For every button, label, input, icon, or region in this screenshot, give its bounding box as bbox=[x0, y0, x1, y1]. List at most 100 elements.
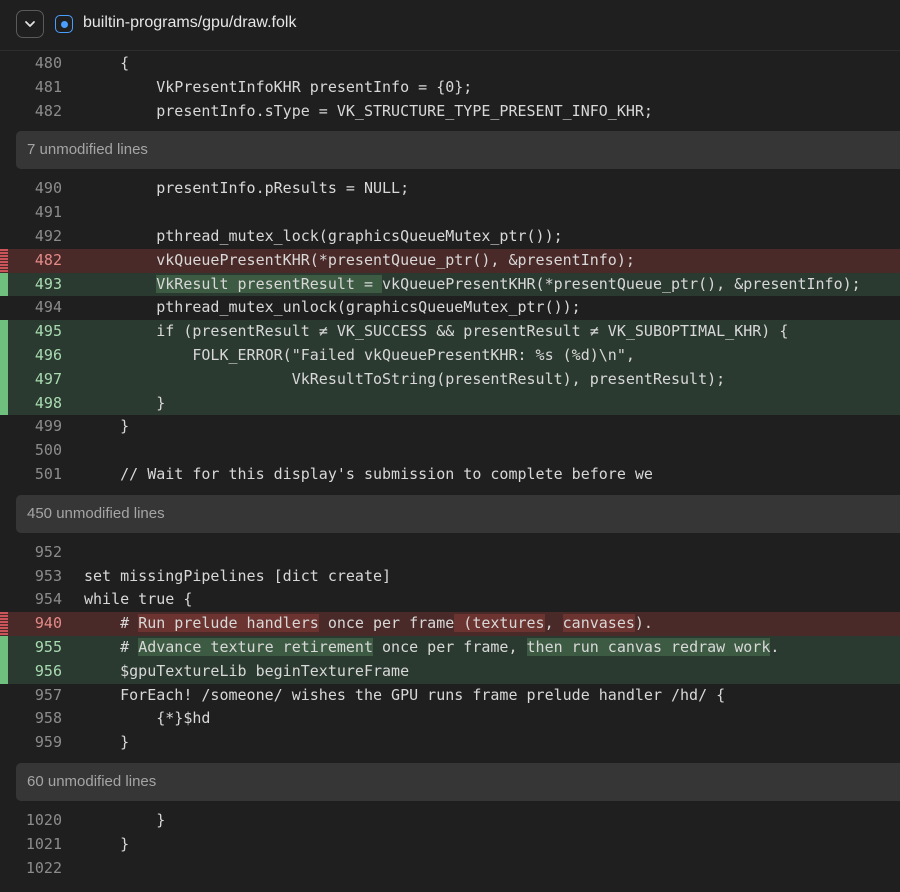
line-number: 954 bbox=[34, 590, 62, 609]
changed-token: Advance texture retirement bbox=[138, 637, 373, 656]
code-segment: set missingPipelines [dict create] bbox=[84, 566, 392, 585]
code-segment: vkQueuePresentKHR(*presentQueue_ptr(), &… bbox=[84, 250, 635, 269]
unmodified-lines-fold[interactable]: 7 unmodified lines bbox=[16, 131, 900, 170]
diff-gutter-marker bbox=[0, 857, 8, 881]
context-line: 958 {*}$hd bbox=[0, 707, 900, 731]
context-line: 481 VkPresentInfoKHR presentInfo = {0}; bbox=[0, 76, 900, 100]
line-number: 940 bbox=[34, 614, 62, 633]
code-text: # Run prelude handlers once per frame (t… bbox=[74, 612, 900, 636]
line-number: 492 bbox=[34, 226, 62, 245]
line-number: 500 bbox=[34, 441, 62, 460]
unmodified-lines-fold[interactable]: 450 unmodified lines bbox=[16, 494, 900, 533]
context-line: 957 ForEach! /someone/ wishes the GPU ru… bbox=[0, 684, 900, 708]
code-segment: FOLK_ERROR("Failed vkQueuePresentKHR: %s… bbox=[84, 345, 635, 364]
context-line: 482 presentInfo.sType = VK_STRUCTURE_TYP… bbox=[0, 100, 900, 124]
diff-gutter-marker bbox=[0, 201, 8, 225]
diff-gutter-marker bbox=[0, 391, 8, 416]
changed-token: canvases bbox=[562, 614, 635, 633]
diff-gutter-marker bbox=[0, 635, 8, 660]
line-number: 494 bbox=[34, 298, 62, 317]
code-text: {*}$hd bbox=[84, 707, 900, 731]
code-segment: ForEach! /someone/ wishes the GPU runs f… bbox=[84, 685, 726, 704]
code-segment: VkResultToString(presentResult), present… bbox=[84, 369, 726, 388]
line-number: 501 bbox=[34, 464, 62, 483]
code-segment: VkPresentInfoKHR presentInfo = {0}; bbox=[84, 77, 473, 96]
deleted-line: 482 vkQueuePresentKHR(*presentQueue_ptr(… bbox=[0, 248, 900, 273]
line-number: 498 bbox=[34, 393, 62, 412]
context-line: 952 bbox=[0, 541, 900, 565]
line-number: 490 bbox=[34, 179, 62, 198]
line-number: 493 bbox=[34, 274, 62, 293]
code-text: pthread_mutex_unlock(graphicsQueueMutex_… bbox=[84, 296, 900, 320]
code-text: set missingPipelines [dict create] bbox=[84, 565, 900, 589]
changed-token: VkResult presentResult = bbox=[156, 274, 383, 293]
code-text: } bbox=[84, 833, 900, 857]
diff-gutter-marker bbox=[0, 343, 8, 368]
code-segment: } bbox=[84, 733, 130, 752]
context-line: 1020 } bbox=[0, 809, 900, 833]
diff-gutter-marker bbox=[0, 684, 8, 708]
code-segment: vkQueuePresentKHR(*presentQueue_ptr(), &… bbox=[382, 274, 861, 293]
added-line: 955 # Advance texture retirement once pe… bbox=[0, 635, 900, 660]
diff-gutter-marker bbox=[0, 731, 8, 755]
diff-gutter-marker bbox=[0, 248, 8, 273]
code-segment: presentInfo.sType = VK_STRUCTURE_TYPE_PR… bbox=[84, 101, 653, 120]
code-text: VkResultToString(presentResult), present… bbox=[74, 368, 900, 392]
added-line: 956 $gpuTextureLib beginTextureFrame bbox=[0, 659, 900, 684]
diff-gutter-marker bbox=[0, 833, 8, 857]
collapse-button[interactable] bbox=[16, 10, 44, 38]
code-segment: ). bbox=[634, 614, 653, 633]
context-line: 494 pthread_mutex_unlock(graphicsQueueMu… bbox=[0, 296, 900, 320]
diff-gutter-marker bbox=[0, 100, 8, 124]
code-text: { bbox=[84, 52, 900, 76]
changed-token: then run canvas redraw work bbox=[526, 637, 771, 656]
code-segment: } bbox=[84, 834, 130, 853]
context-line: 959 } bbox=[0, 731, 900, 755]
diff-gutter-marker bbox=[0, 272, 8, 297]
code-text: vkQueuePresentKHR(*presentQueue_ptr(), &… bbox=[74, 249, 900, 273]
line-number: 496 bbox=[34, 345, 62, 364]
file-path[interactable]: builtin-programs/gpu/draw.folk bbox=[83, 14, 296, 32]
context-line: 953 set missingPipelines [dict create] bbox=[0, 565, 900, 589]
line-number: 1022 bbox=[25, 858, 62, 877]
line-number: 953 bbox=[34, 566, 62, 585]
context-line: 1021 } bbox=[0, 833, 900, 857]
added-line: 496 FOLK_ERROR("Failed vkQueuePresentKHR… bbox=[0, 343, 900, 368]
context-line: 491 bbox=[0, 201, 900, 225]
code-text: } bbox=[84, 731, 900, 755]
line-number: 956 bbox=[34, 661, 62, 680]
diff-gutter-marker bbox=[0, 367, 8, 392]
unmodified-lines-fold[interactable]: 60 unmodified lines bbox=[16, 762, 900, 801]
code-text: } bbox=[84, 415, 900, 439]
chevron-down-icon bbox=[25, 21, 35, 27]
added-line: 498 } bbox=[0, 391, 900, 416]
context-line: 1022 bbox=[0, 857, 900, 881]
code-text: } bbox=[74, 392, 900, 416]
line-number: 1020 bbox=[25, 810, 62, 829]
diff-gutter-marker bbox=[0, 320, 8, 344]
file-header: builtin-programs/gpu/draw.folk bbox=[0, 0, 900, 51]
code-segment: if (presentResult ≠ VK_SUCCESS && presen… bbox=[84, 322, 789, 341]
diff-gutter-marker bbox=[0, 588, 8, 612]
line-number: 480 bbox=[34, 54, 62, 72]
line-number: 952 bbox=[34, 542, 62, 561]
line-number: 491 bbox=[34, 203, 62, 222]
context-line: 492 pthread_mutex_lock(graphicsQueueMute… bbox=[0, 225, 900, 249]
code-text: ForEach! /someone/ wishes the GPU runs f… bbox=[84, 684, 900, 708]
code-text: } bbox=[84, 809, 900, 833]
line-number: 957 bbox=[34, 685, 62, 704]
code-text: # Advance texture retirement once per fr… bbox=[74, 636, 900, 660]
code-segment: once per frame bbox=[318, 614, 455, 633]
deleted-line: 940 # Run prelude handlers once per fram… bbox=[0, 612, 900, 636]
added-line: 495 if (presentResult ≠ VK_SUCCESS && pr… bbox=[0, 320, 900, 344]
diff-gutter-marker bbox=[0, 612, 8, 636]
diff-gutter-marker bbox=[0, 296, 8, 320]
code-text: pthread_mutex_lock(graphicsQueueMutex_pt… bbox=[84, 225, 900, 249]
code-segment: } bbox=[84, 810, 166, 829]
code-text: FOLK_ERROR("Failed vkQueuePresentKHR: %s… bbox=[74, 344, 900, 368]
code-text: // Wait for this display's submission to… bbox=[84, 463, 900, 487]
line-number: 497 bbox=[34, 369, 62, 388]
code-segment: } bbox=[84, 417, 130, 436]
diff-gutter-marker bbox=[0, 659, 8, 684]
